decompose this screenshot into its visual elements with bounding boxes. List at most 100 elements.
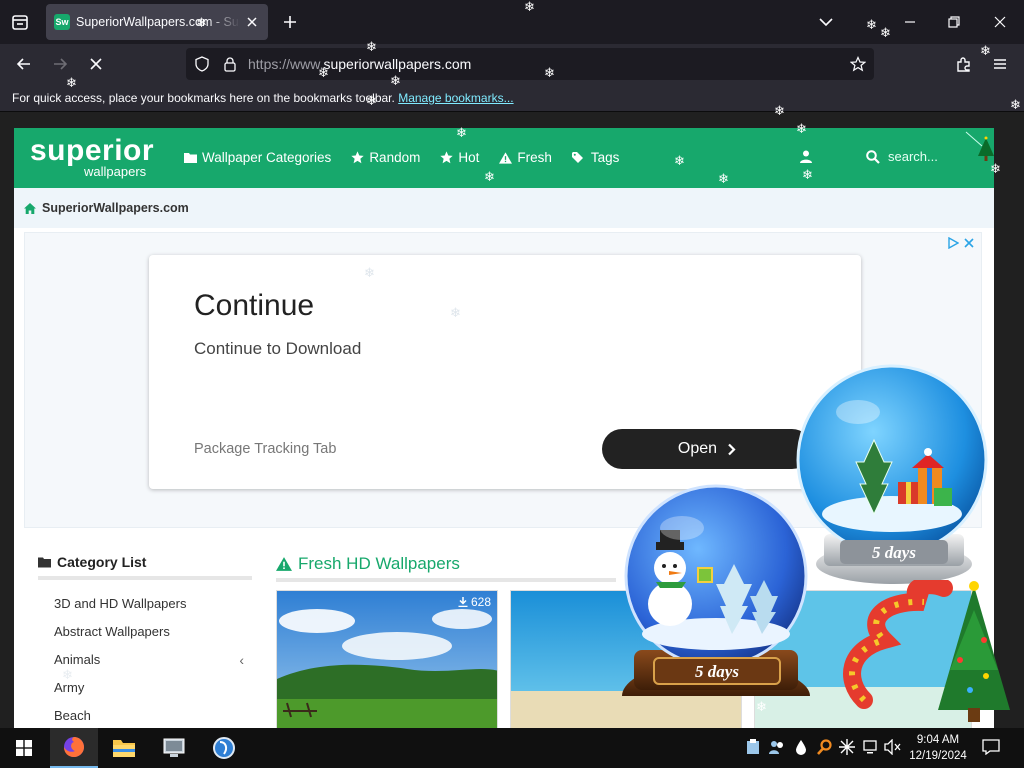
extensions-puzzle-icon[interactable] [954,54,974,74]
tray-clipboard-icon[interactable] [744,738,762,756]
desktop-window-icon [163,738,185,757]
adchoices[interactable] [947,237,975,249]
minimize-window-button[interactable] [900,12,920,32]
category-item[interactable]: Abstract Wallpapers [38,618,252,646]
menu-wallpaper-categories[interactable]: Wallpaper Categories [184,150,331,165]
main-menu: Wallpaper Categories Random Hot Fresh Ta… [184,150,639,165]
landscape-wallpaper-image [277,591,497,728]
ad-open-label: Open [677,440,718,457]
taskbar-app[interactable] [200,728,248,768]
download-count-badge: 628 [458,595,491,609]
padlock-icon[interactable] [222,56,238,72]
menu-tags[interactable]: Tags [571,150,620,165]
taskbar-app[interactable] [150,728,198,768]
logo-main-text: superior [30,134,155,167]
snow-globe-snowman: 5 days [622,484,810,696]
category-label: Animals [54,652,101,667]
star-icon [351,151,364,164]
firefox-icon [64,737,84,757]
bookmarks-prompt-text: For quick access, place your bookmarks h… [12,91,395,105]
taskbar-clock[interactable]: 9:04 AM 12/19/2024 [904,732,972,764]
menu-label: Wallpaper Categories [202,150,332,165]
site-favicon-icon: Sw [54,14,70,30]
menu-hot[interactable]: Hot [440,150,479,165]
globe-days-label: 5 days [872,543,916,562]
search-input[interactable]: search... [888,149,938,164]
clock-time: 9:04 AM [916,734,960,746]
tags-icon [571,151,583,163]
menu-random[interactable]: Random [351,150,420,165]
folder-icon [184,152,197,163]
wallpaper-thumbnail[interactable]: 628 [276,590,498,728]
warning-icon [276,557,292,571]
app-menu-hamburger-icon[interactable] [990,54,1010,74]
ad-open-button[interactable]: Open [602,429,812,469]
category-list-heading: Category List [38,554,252,580]
christmas-tree-decoration [843,580,1010,722]
tracking-protection-shield-icon[interactable] [194,56,210,72]
site-logo[interactable]: superior wallpapers [30,134,155,180]
search-icon [866,149,880,164]
tray-droplet-icon[interactable] [792,738,810,756]
menu-label: Fresh [517,150,552,165]
category-item[interactable]: 3D and HD Wallpapers [38,590,252,618]
fresh-wallpapers-title: Fresh HD Wallpapers [298,554,460,573]
tray-volume-muted-icon[interactable] [884,738,902,756]
ad-card[interactable]: Continue Continue to Download Package Tr… [149,255,861,489]
star-icon [440,151,454,164]
site-search[interactable]: search... [866,149,938,164]
close-tab-icon[interactable] [244,14,260,30]
ad-subtitle: Continue to Download [194,339,362,358]
bookmarks-toolbar: For quick access, place your bookmarks h… [0,84,1024,112]
stop-loading-button[interactable] [86,54,106,74]
taskbar-file-explorer[interactable] [100,728,148,768]
logo-sub-text: wallpapers [84,164,147,179]
new-tab-button[interactable] [280,12,300,32]
close-window-button[interactable] [990,12,1010,32]
clock-date: 12/19/2024 [909,750,967,762]
ad-headline: Continue [194,289,315,322]
category-sidebar: Category List 3D and HD Wallpapers Abstr… [38,554,252,728]
back-button[interactable] [14,54,34,74]
list-all-tabs-button[interactable] [8,10,32,34]
bookmark-star-icon[interactable] [849,56,867,72]
globe-app-icon [213,737,235,759]
breadcrumb-label: SuperiorWallpapers.com [42,201,189,215]
category-list-title: Category List [57,554,147,570]
download-count: 628 [470,595,491,609]
category-item[interactable]: Army [38,674,252,702]
adchoices-play-icon[interactable] [947,237,959,249]
folder-icon [113,740,135,757]
manage-bookmarks-link[interactable]: Manage bookmarks... [398,91,513,105]
fresh-wallpapers-heading: Fresh HD Wallpapers [276,554,616,582]
home-icon [24,202,36,214]
tab-strip: Sw SuperiorWallpapers.com - Superior Wal… [0,0,1024,44]
category-item-animals[interactable]: Animals ‹ [38,646,252,674]
menu-fresh[interactable]: Fresh [499,150,552,165]
folder-icon [38,557,51,567]
breadcrumb-home[interactable]: SuperiorWallpapers.com [24,201,189,215]
tray-snow-icon[interactable] [838,738,856,756]
notifications-icon[interactable] [982,738,1000,756]
category-item[interactable]: Beach [38,702,252,728]
tab-overflow-chevron-icon[interactable] [816,12,836,32]
tray-search-icon[interactable] [816,738,834,756]
forward-button[interactable] [50,54,70,74]
taskbar-firefox[interactable] [50,728,98,768]
breadcrumb: SuperiorWallpapers.com [14,188,994,228]
tray-network-icon[interactable] [862,738,880,756]
chevron-right-icon [728,443,736,455]
address-bar[interactable]: https://www.superiorwallpapers.com [186,48,874,80]
user-account-icon[interactable] [800,150,812,168]
url-text[interactable]: https://www.superiorwallpapers.com [248,56,471,72]
globe-days-label: 5 days [695,662,739,681]
tray-people-icon[interactable] [768,738,786,756]
menu-label: Tags [590,150,620,165]
navigation-toolbar: https://www.superiorwallpapers.com [0,44,1024,84]
chevron-left-icon[interactable]: ‹ [239,646,244,674]
restore-window-button[interactable] [944,12,964,32]
start-button[interactable] [0,728,48,768]
tab-title: SuperiorWallpapers.com - Superior Wallpa… [76,15,240,29]
ad-close-icon[interactable] [963,237,975,249]
active-tab[interactable]: Sw SuperiorWallpapers.com - Superior Wal… [46,4,268,40]
